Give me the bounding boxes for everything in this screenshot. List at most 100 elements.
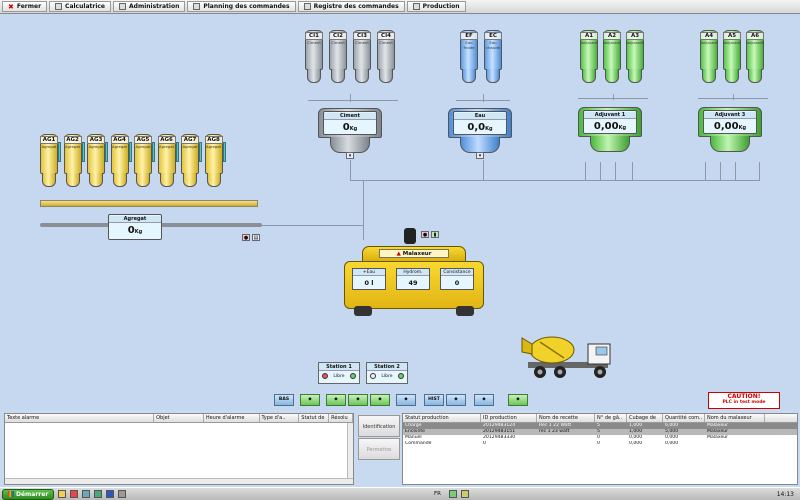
taskbar: Démarrer FR 14:13 [0, 487, 800, 500]
production-column-header[interactable]: Nom du malaxeur [705, 414, 765, 422]
production-column-header[interactable]: ID production [481, 414, 537, 422]
green-arrow-button-2[interactable]: ◆ [326, 394, 346, 406]
adjuvant-3-scale[interactable]: Adjuvant 3 0,00Kg [698, 107, 762, 157]
alarm-column-header[interactable]: Texte alarme [5, 414, 155, 422]
menu-fermer-button[interactable]: ✖ Fermer [2, 1, 48, 12]
water-valve-icon[interactable]: ▾ [476, 152, 484, 159]
silo-ci3[interactable]: CI3 Ciment [353, 30, 371, 86]
alarm-column-header[interactable]: Heure d'alarme [204, 414, 260, 422]
table-cell: Commandé [405, 441, 432, 446]
green-arrow-button-4[interactable]: ◆ [370, 394, 390, 406]
app-icon-blue[interactable] [82, 490, 91, 498]
cement-valve-icon[interactable]: ▾ [346, 152, 354, 159]
production-column-header[interactable]: Cubage de [627, 414, 663, 422]
menu-production-button[interactable]: Production [406, 1, 466, 12]
station-2[interactable]: Station 2 Libre [366, 362, 408, 384]
production-column-header[interactable]: N° de gâ.. [595, 414, 627, 422]
water-scale-value: 0,0 [467, 122, 486, 133]
edit-button[interactable]: ◆ [474, 394, 494, 406]
tray-network-icon[interactable] [449, 490, 457, 498]
silo-ag3[interactable]: AG3 Agregat [87, 134, 108, 190]
silo-ag8[interactable]: AG8 Agregat [204, 134, 226, 190]
menu-planning-button[interactable]: Planning des commandes [187, 1, 296, 12]
app-icon-green[interactable] [94, 490, 103, 498]
cement-scale-value: 0 [342, 122, 350, 133]
menu-calculatrice-button[interactable]: Calculatrice [49, 1, 111, 12]
silo-ag7[interactable]: AG7 Agregat [181, 134, 202, 190]
mixer-start-icon[interactable]: ▮ [431, 231, 439, 238]
water-scale[interactable]: Eau 0,0Kg ▾ [448, 108, 512, 159]
green-arrow-button-3[interactable]: ◆ [348, 394, 368, 406]
silo-level-icon [222, 142, 226, 162]
app-icon-red[interactable] [70, 490, 79, 498]
adjuvant-1-scale[interactable]: Adjuvant 1 0,00Kg [578, 107, 642, 157]
silo-ec[interactable]: EC Eau chaude [484, 30, 502, 86]
alarm-grid[interactable]: Texte alarme Objet Heure d'alarme Type d'a.… [4, 413, 354, 485]
silo-level-icon [128, 142, 132, 162]
clock: 14:13 [776, 490, 794, 498]
silo-ag2[interactable]: AG2 Agregat [63, 134, 85, 190]
silo-ag1[interactable]: AG1 Agregat [40, 134, 61, 190]
station-1-person-icon [350, 373, 357, 379]
alarm-horizontal-scrollbar[interactable] [5, 478, 353, 484]
silo-a1[interactable]: A1 Adjuvant [580, 30, 598, 86]
mixer[interactable]: ▲ Malaxeur +Eau 0 l Hydrom. 49 Consistan… [344, 246, 484, 324]
silo-ef[interactable]: EF Eau froide [460, 30, 478, 86]
silo-level-icon [152, 142, 155, 162]
station-1[interactable]: Station 1 Libre [318, 362, 360, 384]
silo-ag4[interactable]: AG4 Agregat [110, 134, 132, 190]
silo-ag6[interactable]: AG6 Agregat [157, 134, 179, 190]
silo-a5[interactable]: A5 Adjuvant [723, 30, 741, 86]
cement-scale[interactable]: Ciment 0Kg ▾ [318, 108, 382, 159]
app-icon-gray[interactable] [118, 490, 127, 498]
production-column-header[interactable]: Nom de recette [537, 414, 595, 422]
aggregate-conveyor [40, 200, 258, 207]
silo-ag5[interactable]: AG5 Agregat [134, 134, 155, 190]
production-column-header[interactable]: Statut production [403, 414, 481, 422]
aggregate-scale-unit: Kg [134, 229, 143, 235]
alarm-vertical-scrollbar[interactable] [347, 423, 353, 480]
station-2-status-icon [369, 373, 376, 379]
bas-button[interactable]: BAS [274, 394, 294, 406]
silo-ci2[interactable]: CI2 Ciment [329, 30, 347, 86]
language-indicator[interactable]: FR [434, 491, 441, 497]
identification-button[interactable]: Identification [358, 415, 400, 437]
start-button[interactable]: Démarrer [2, 488, 55, 500]
production-grid[interactable]: Statut production ID production Nom de rec… [402, 413, 798, 485]
menu-icon [303, 3, 311, 10]
silo-a4[interactable]: A4 Adjuvant [700, 30, 718, 86]
permettre-button[interactable]: Permettre [358, 438, 400, 460]
disable-button[interactable]: ◆ [446, 394, 466, 406]
alarm-column-header[interactable]: Type d'a.. [260, 414, 300, 422]
silo-a6[interactable]: A6 Adjuvant [746, 30, 764, 86]
folder-icon[interactable] [58, 490, 67, 498]
aggregate-scale[interactable]: Agregat 0Kg [108, 214, 162, 240]
menu-administration-button[interactable]: Administration [113, 1, 186, 12]
green-arrow-button-1[interactable]: ◆ [300, 394, 320, 406]
silo-a3[interactable]: A3 Adjuvant [626, 30, 644, 86]
table-cell: 0,000 [665, 441, 679, 446]
alarm-column-header[interactable]: Objet [154, 414, 204, 422]
tray-volume-icon[interactable] [461, 490, 469, 498]
silo-a2[interactable]: A2 Adjuvant [603, 30, 621, 86]
silo-level-icon [199, 142, 202, 162]
alarm-column-header[interactable]: Résolu [329, 414, 354, 422]
aggregate-settings-icon[interactable]: ▤ [252, 234, 260, 241]
table-cell: 0,000 [629, 441, 643, 446]
production-column-header[interactable]: Quantité com.. [663, 414, 705, 422]
silo-ci1[interactable]: CI1 Ciment [305, 30, 323, 86]
app-icon-dark-blue[interactable] [106, 490, 115, 498]
silo-ci4[interactable]: CI4 Ciment [377, 30, 395, 86]
adjuvant-3-scale-unit: Kg [738, 125, 747, 131]
aggregate-stop-icon[interactable]: ● [242, 234, 250, 241]
adjuvant-1-scale-unit: Kg [618, 125, 627, 131]
table-cell [705, 441, 765, 447]
mixer-stop-icon[interactable]: ● [421, 231, 429, 238]
hist-button[interactable]: HIST [424, 394, 444, 406]
alarm-column-header[interactable]: Statut de [299, 414, 330, 422]
truck-button[interactable]: ◆ [508, 394, 528, 406]
menu-registre-button[interactable]: Registre des commandes [297, 1, 405, 12]
station-1-alarm-icon [321, 373, 328, 379]
table-row[interactable]: Commandé 0 0 0,000 0,000 [403, 441, 797, 447]
blue-button[interactable]: ◆ [396, 394, 416, 406]
